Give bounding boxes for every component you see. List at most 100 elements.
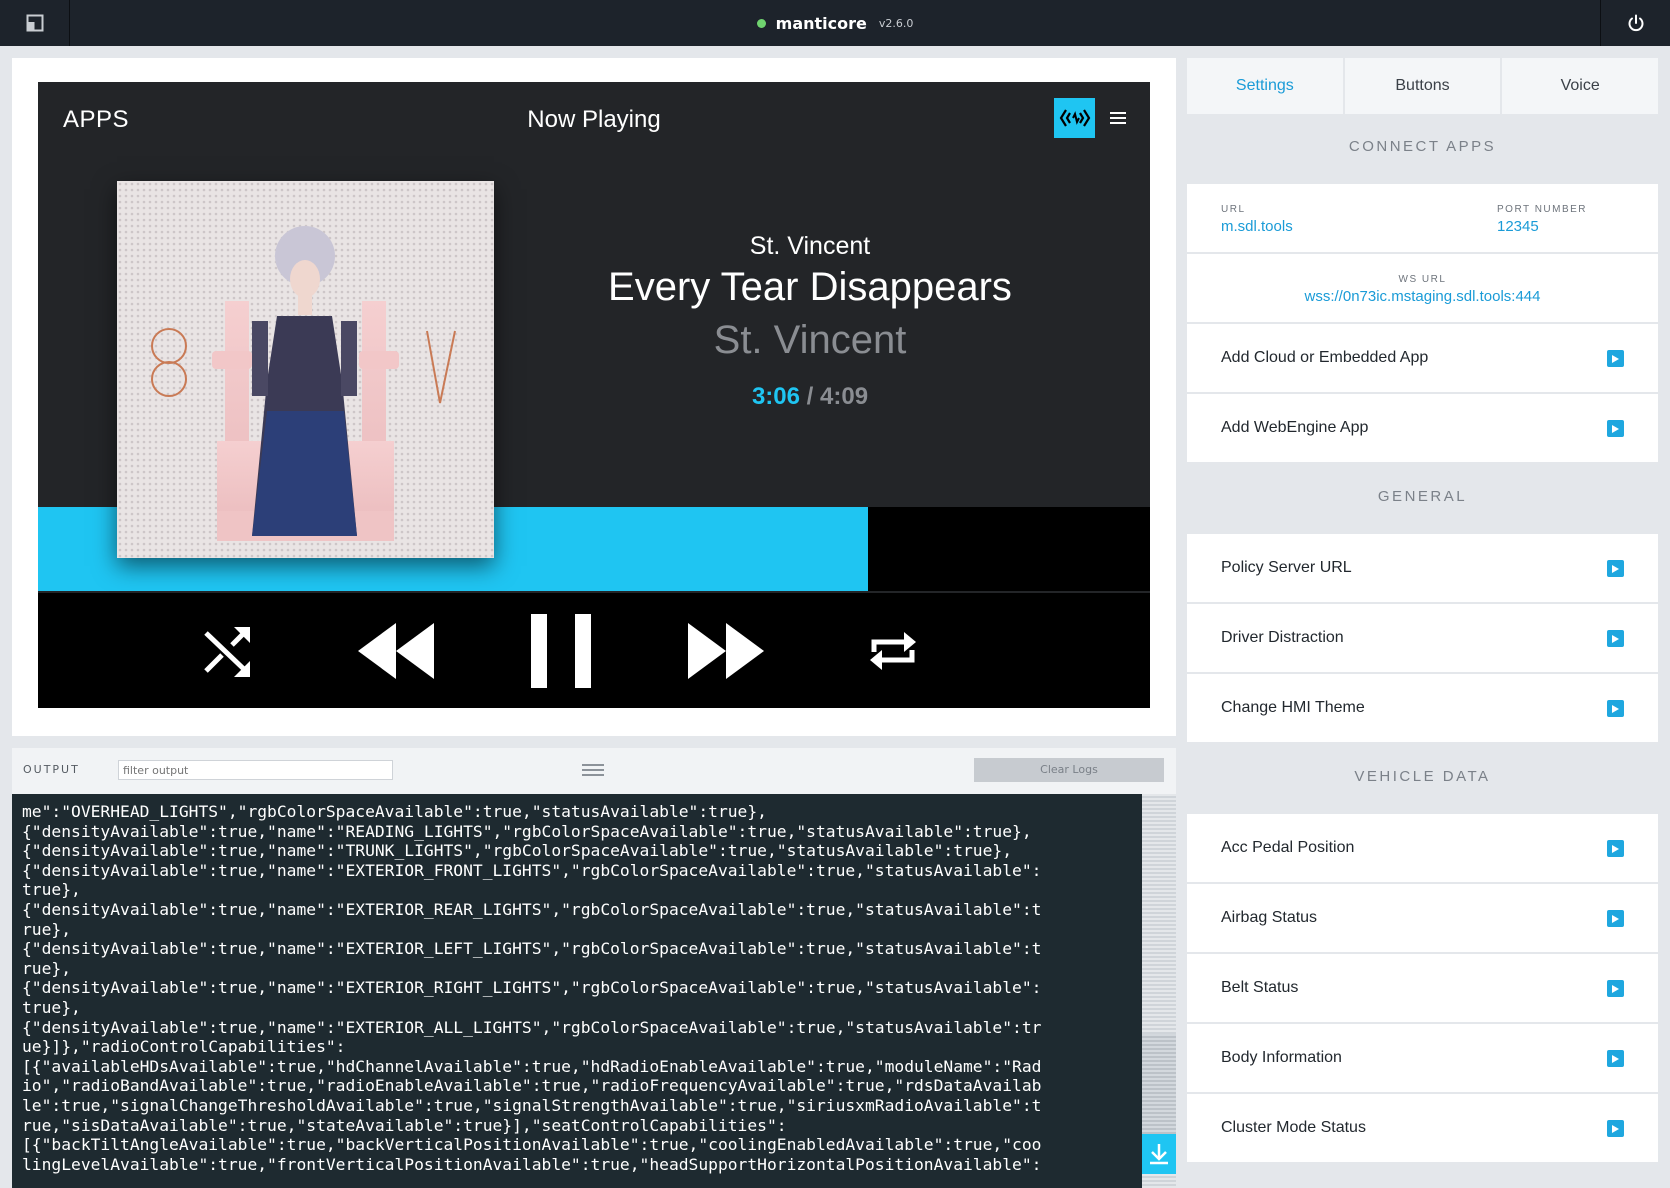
log-line: rue}, (22, 958, 72, 978)
ws-url-value[interactable]: wss://0n73ic.mstaging.sdl.tools:444 (1187, 288, 1658, 305)
tab-voice[interactable]: Voice (1502, 58, 1659, 114)
log-line: [{"availableHDsAvailable":true,"hdChanne… (22, 1056, 1042, 1076)
log-line: {"densityAvailable":true,"name":"EXTERIO… (22, 939, 1042, 959)
pause-icon (531, 614, 591, 688)
list-item[interactable]: Body Information (1187, 1024, 1658, 1092)
connect-apps-heading: CONNECT APPS (1348, 138, 1497, 155)
log-line: {"densityAvailable":true,"name":"READING… (22, 821, 1032, 841)
output-header: OUTPUT Clear Logs (12, 748, 1176, 792)
chevron-right-icon (1607, 700, 1624, 717)
url-value[interactable]: m.sdl.tools (1221, 218, 1293, 235)
log-scrollbar[interactable] (1142, 794, 1176, 1188)
port-label: PORT NUMBER (1497, 204, 1588, 215)
log-line: {"densityAvailable":true,"name":"TRUNK_L… (22, 841, 1013, 861)
fast-forward-button[interactable] (686, 611, 766, 691)
list-item[interactable]: Change HMI Theme (1187, 674, 1658, 742)
track-title: Every Tear Disappears (608, 265, 1012, 309)
log-line: true}, (22, 880, 81, 900)
vehicle-data-heading: VEHICLE DATA (1354, 768, 1491, 785)
download-logs-button[interactable] (1142, 1134, 1176, 1174)
repeat-icon (870, 632, 916, 670)
ws-url-row: WS URL wss://0n73ic.mstaging.sdl.tools:4… (1187, 254, 1658, 322)
list-item-label: Body Information (1221, 1049, 1342, 1066)
log-line: le":true,"signalChangeThresholdAvailable… (22, 1095, 1042, 1115)
list-item[interactable]: Policy Server URL (1187, 534, 1658, 602)
connection-config-row: URL m.sdl.tools PORT NUMBER 12345 (1187, 184, 1658, 252)
tab-buttons[interactable]: Buttons (1344, 58, 1501, 114)
chevron-right-icon (1607, 420, 1624, 437)
chevron-right-icon (1607, 560, 1624, 577)
hmi-panel: APPS Now Playing St. Vincent Every Tear … (12, 58, 1176, 736)
log-line: ue}]},"radioControlCapabilities": (22, 1037, 346, 1057)
list-item-label: Add WebEngine App (1221, 419, 1369, 436)
list-item[interactable]: Belt Status (1187, 954, 1658, 1022)
rewind-button[interactable] (356, 611, 436, 691)
list-item-label: Policy Server URL (1221, 559, 1352, 576)
pause-button[interactable] (521, 611, 601, 691)
list-item-label: Driver Distraction (1221, 629, 1344, 646)
log-line: {"densityAvailable":true,"name":"EXTERIO… (22, 978, 1042, 998)
ws-url-label: WS URL (1398, 274, 1447, 285)
log-line: [{"backTiltAngleAvailable":true,"backVer… (22, 1135, 1042, 1155)
list-item[interactable]: Acc Pedal Position (1187, 814, 1658, 882)
chevron-right-icon (1607, 980, 1624, 997)
shuffle-button[interactable] (188, 611, 268, 691)
time-separator: / (799, 383, 820, 410)
cloud-sync-button[interactable] (1054, 98, 1095, 138)
log-line: true}, (22, 997, 81, 1017)
hmi-screen: APPS Now Playing St. Vincent Every Tear … (38, 82, 1150, 708)
url-label: URL (1221, 204, 1246, 215)
log-line: rue}, (22, 919, 72, 939)
general-heading: GENERAL (1377, 488, 1468, 505)
album-art (117, 181, 494, 558)
top-bar: manticore v2.6.0 (0, 0, 1670, 46)
track-album: St. Vincent (713, 318, 907, 362)
list-item[interactable]: Add WebEngine App (1187, 394, 1658, 462)
chevron-right-icon (1607, 1120, 1624, 1137)
list-item[interactable]: Driver Distraction (1187, 604, 1658, 672)
output-menu-button[interactable] (582, 762, 604, 778)
fast-forward-icon (688, 623, 764, 679)
list-item[interactable]: Add Cloud or Embedded App (1187, 324, 1658, 392)
log-line: lingLevelAvailable":true,"frontVerticalP… (22, 1154, 1042, 1174)
app-brand: manticore v2.6.0 (0, 0, 1670, 46)
log-output: me":"OVERHEAD_LIGHTS","rgbColorSpaceAvai… (12, 794, 1142, 1188)
filter-output-input[interactable] (118, 760, 393, 780)
chevron-right-icon (1607, 350, 1624, 367)
port-value[interactable]: 12345 (1497, 218, 1539, 235)
shuffle-icon (204, 627, 250, 677)
connection-status-dot (756, 18, 766, 28)
settings-sidebar: Settings Buttons Voice CONNECT APPS URL … (1187, 58, 1659, 1188)
repeat-button[interactable] (853, 611, 933, 691)
list-item[interactable]: Cluster Mode Status (1187, 1094, 1658, 1162)
hmi-menu-button[interactable] (1106, 105, 1130, 131)
download-icon (1150, 1144, 1168, 1165)
chevron-right-icon (1607, 910, 1624, 927)
chevron-right-icon (1607, 630, 1624, 647)
app-version: v2.6.0 (878, 16, 914, 30)
log-line: {"densityAvailable":true,"name":"EXTERIO… (22, 899, 1042, 919)
sidebar-tabs: Settings Buttons Voice (1187, 58, 1659, 114)
playback-controls (38, 593, 1150, 708)
log-line: {"densityAvailable":true,"name":"EXTERIO… (22, 1017, 1042, 1037)
list-item[interactable]: Airbag Status (1187, 884, 1658, 952)
list-item-label: Belt Status (1221, 979, 1299, 996)
output-panel: OUTPUT Clear Logs me":"OVERHEAD_LIGHTS",… (12, 748, 1176, 1188)
power-button[interactable] (1600, 0, 1670, 46)
cloud-sync-icon (1059, 109, 1090, 127)
track-info: St. Vincent Every Tear Disappears St. Vi… (598, 232, 1022, 411)
log-line: {"densityAvailable":true,"name":"EXTERIO… (22, 860, 1042, 880)
tab-settings[interactable]: Settings (1187, 58, 1343, 114)
list-item-label: Airbag Status (1221, 909, 1318, 926)
chevron-right-icon (1607, 1050, 1624, 1067)
log-line: io","radioBandAvailable":true,"radioEnab… (22, 1076, 1042, 1096)
output-label: OUTPUT (23, 763, 80, 776)
list-item-label: Cluster Mode Status (1221, 1119, 1366, 1136)
hamburger-menu-icon (1110, 112, 1126, 124)
rewind-icon (358, 623, 434, 679)
clear-logs-button[interactable]: Clear Logs (974, 758, 1164, 782)
hamburger-menu-icon (582, 764, 604, 776)
app-name: manticore (775, 13, 867, 33)
hmi-header: APPS Now Playing (38, 82, 1150, 156)
track-time: 3:06 / 4:09 (598, 383, 1022, 411)
